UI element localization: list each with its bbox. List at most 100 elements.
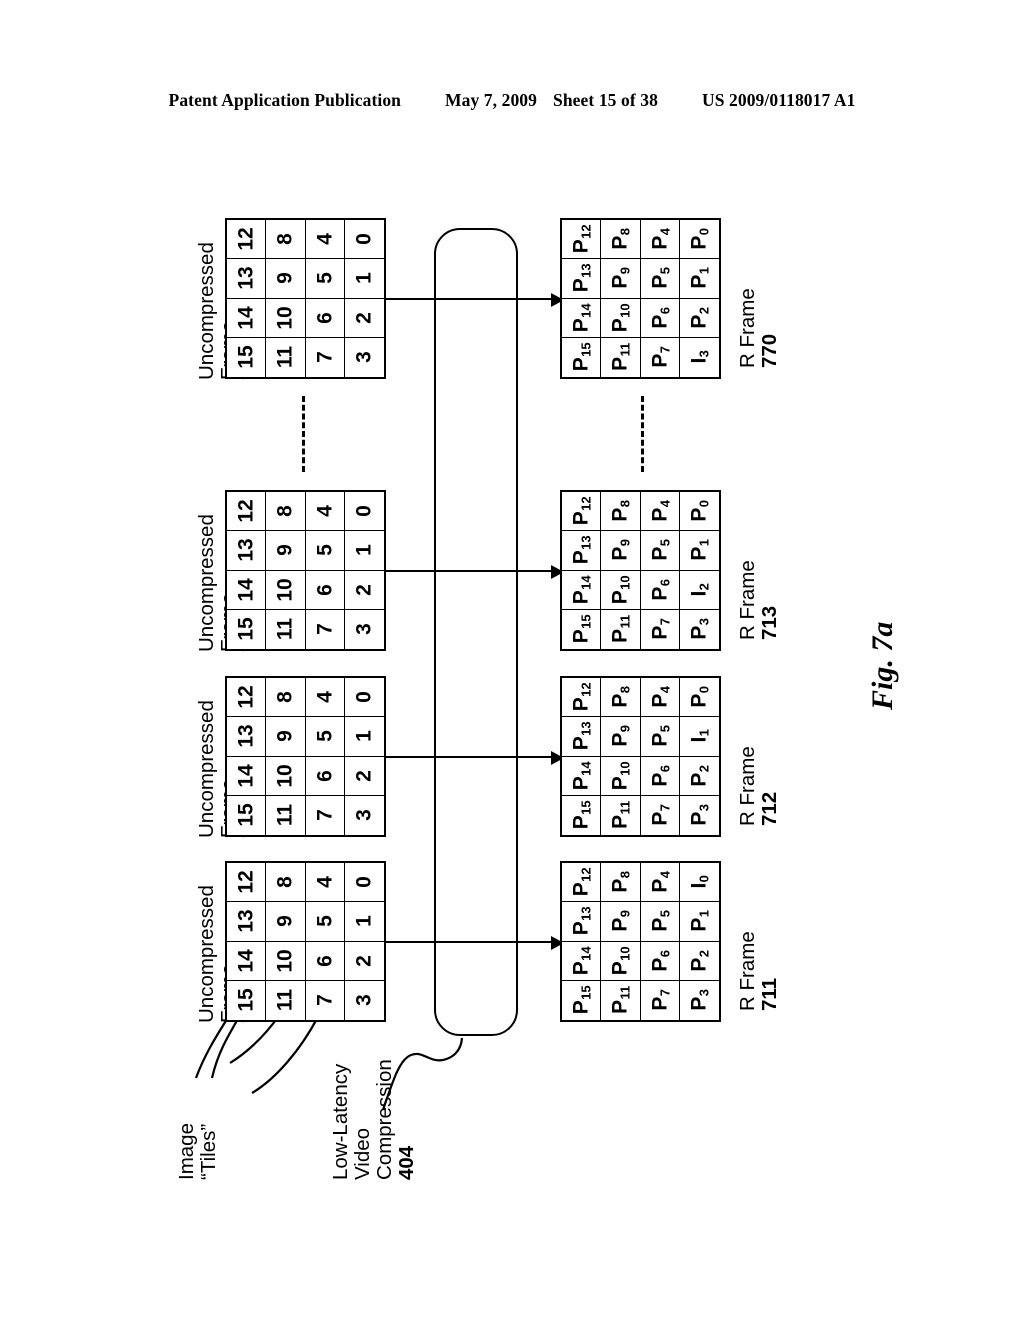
tile-cell[interactable]: P12 <box>562 492 602 532</box>
tile-cell[interactable]: 8 <box>266 220 306 260</box>
tile-cell[interactable]: 1 <box>344 717 384 757</box>
tile-cell[interactable]: P9 <box>601 902 641 942</box>
tile-cell[interactable]: 1 <box>344 531 384 571</box>
tile-cell[interactable]: 14 <box>227 298 267 338</box>
tile-cell[interactable]: 13 <box>227 717 267 757</box>
tile-cell[interactable]: P2 <box>679 757 719 796</box>
tile-cell[interactable]: 15 <box>227 609 267 649</box>
tile-cell[interactable]: P7 <box>641 609 680 649</box>
tile-cell[interactable]: 10 <box>266 298 306 338</box>
tile-cell[interactable]: 12 <box>227 863 267 903</box>
tile-cell[interactable]: P10 <box>601 756 641 796</box>
tile-cell[interactable]: 6 <box>305 570 345 610</box>
tile-cell[interactable]: P14 <box>562 570 602 610</box>
uncompressed-frame-grid-703[interactable]: 12 8 4 0 13 9 5 1 14 10 6 2 15 11 7 3 <box>225 490 386 651</box>
tile-cell[interactable]: 3 <box>345 796 384 835</box>
tile-cell[interactable]: P12 <box>562 678 602 718</box>
tile-cell[interactable]: 2 <box>344 757 384 796</box>
tile-cell[interactable]: P6 <box>640 570 680 610</box>
tile-cell[interactable]: 10 <box>266 756 306 796</box>
tile-cell[interactable]: P5 <box>640 902 680 942</box>
tile-cell[interactable]: P9 <box>601 259 641 299</box>
tile-cell[interactable]: P8 <box>601 220 641 260</box>
tile-cell[interactable]: P3 <box>680 981 719 1020</box>
tile-cell[interactable]: P8 <box>601 492 641 532</box>
tile-cell[interactable]: 0 <box>344 492 384 532</box>
tile-cell[interactable]: P4 <box>640 678 680 718</box>
tile-cell[interactable]: P1 <box>679 531 719 571</box>
tile-cell[interactable]: P1 <box>679 259 719 299</box>
tile-cell[interactable]: I0 <box>679 863 719 903</box>
tile-cell[interactable]: P3 <box>680 796 719 835</box>
tile-cell[interactable]: 13 <box>227 259 267 299</box>
tile-cell[interactable]: P4 <box>640 220 680 260</box>
tile-cell[interactable]: P0 <box>679 492 719 532</box>
tile-cell[interactable]: P11 <box>601 609 641 649</box>
tile-cell[interactable]: 3 <box>345 338 384 377</box>
tile-cell[interactable]: 7 <box>306 609 345 649</box>
tile-cell[interactable]: 9 <box>266 902 306 942</box>
tile-cell[interactable]: P10 <box>601 570 641 610</box>
uncompressed-frame-grid-701[interactable]: 12 8 4 0 13 9 5 1 14 10 6 2 15 11 7 3 <box>225 861 386 1022</box>
tile-cell[interactable]: P12 <box>562 220 602 260</box>
tile-cell[interactable]: P9 <box>601 717 641 757</box>
tile-cell[interactable]: 9 <box>266 259 306 299</box>
tile-cell[interactable]: 4 <box>305 492 345 532</box>
tile-cell[interactable]: 14 <box>227 570 267 610</box>
tile-cell[interactable]: 11 <box>266 337 306 377</box>
tile-cell[interactable]: P5 <box>640 531 680 571</box>
tile-cell[interactable]: P15 <box>562 609 602 649</box>
tile-cell[interactable]: 7 <box>306 337 345 377</box>
tile-cell[interactable]: P7 <box>641 337 680 377</box>
tile-cell[interactable]: P3 <box>680 610 719 649</box>
tile-cell[interactable]: 13 <box>227 531 267 571</box>
tile-cell[interactable]: P8 <box>601 678 641 718</box>
tile-cell[interactable]: P5 <box>640 259 680 299</box>
tile-cell[interactable]: 4 <box>305 863 345 903</box>
tile-cell[interactable]: P14 <box>562 298 602 338</box>
tile-cell[interactable]: P14 <box>562 756 602 796</box>
tile-cell[interactable]: 12 <box>227 492 267 532</box>
tile-cell[interactable]: P14 <box>562 941 602 981</box>
tile-cell[interactable]: P13 <box>562 259 602 299</box>
tile-cell[interactable]: P13 <box>562 902 602 942</box>
tile-cell[interactable]: 11 <box>266 609 306 649</box>
tile-cell[interactable]: 6 <box>305 756 345 796</box>
tile-cell[interactable]: P6 <box>640 756 680 796</box>
tile-cell[interactable]: P10 <box>601 941 641 981</box>
tile-cell[interactable]: I1 <box>679 717 719 757</box>
tile-cell[interactable]: 12 <box>227 678 267 718</box>
tile-cell[interactable]: 10 <box>266 941 306 981</box>
tile-cell[interactable]: 15 <box>227 337 267 377</box>
tile-cell[interactable]: I3 <box>680 338 719 377</box>
tile-cell[interactable]: 2 <box>344 299 384 338</box>
tile-cell[interactable]: P8 <box>601 863 641 903</box>
tile-cell[interactable]: P15 <box>562 980 602 1020</box>
tile-cell[interactable]: 4 <box>305 678 345 718</box>
tile-cell[interactable]: 15 <box>227 980 267 1020</box>
tile-cell[interactable]: 10 <box>266 570 306 610</box>
tile-cell[interactable]: P5 <box>640 717 680 757</box>
tile-cell[interactable]: P6 <box>640 298 680 338</box>
tile-cell[interactable]: 5 <box>305 259 345 299</box>
tile-cell[interactable]: P6 <box>640 941 680 981</box>
tile-cell[interactable]: 5 <box>305 902 345 942</box>
tile-cell[interactable]: 5 <box>305 717 345 757</box>
tile-cell[interactable]: 11 <box>266 795 306 835</box>
tile-cell[interactable]: P15 <box>562 337 602 377</box>
tile-cell[interactable]: P2 <box>679 942 719 981</box>
tile-cell[interactable]: 1 <box>344 259 384 299</box>
tile-cell[interactable]: 5 <box>305 531 345 571</box>
tile-cell[interactable]: P4 <box>640 492 680 532</box>
tile-cell[interactable]: P13 <box>562 531 602 571</box>
r-frame-grid-712[interactable]: P12 P8 P4 P0 P13 P9 P5 I1 P14 P10 P6 P2 … <box>560 676 721 837</box>
tile-cell[interactable]: P7 <box>641 980 680 1020</box>
tile-cell[interactable]: 8 <box>266 863 306 903</box>
tile-cell[interactable]: 9 <box>266 531 306 571</box>
tile-cell[interactable]: 1 <box>344 902 384 942</box>
tile-cell[interactable]: 3 <box>345 610 384 649</box>
tile-cell[interactable]: P11 <box>601 795 641 835</box>
tile-cell[interactable]: 14 <box>227 941 267 981</box>
tile-cell[interactable]: P12 <box>562 863 602 903</box>
tile-cell[interactable]: 12 <box>227 220 267 260</box>
